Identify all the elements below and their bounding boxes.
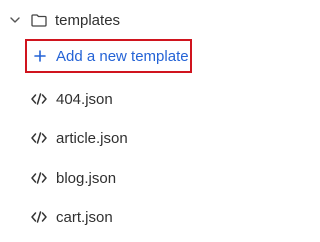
folder-name: templates bbox=[55, 11, 121, 29]
file-item-blog[interactable]: blog.json bbox=[31, 166, 116, 190]
file-item-article[interactable]: article.json bbox=[31, 126, 128, 150]
code-icon bbox=[31, 210, 47, 224]
code-icon bbox=[31, 171, 47, 185]
add-new-template-button[interactable]: Add a new template bbox=[25, 39, 192, 73]
file-name: article.json bbox=[56, 129, 128, 147]
file-item-cart[interactable]: cart.json bbox=[31, 205, 113, 229]
code-icon bbox=[31, 92, 47, 106]
folder-templates[interactable]: templates bbox=[8, 8, 120, 32]
file-name: 404.json bbox=[56, 90, 113, 108]
file-name: cart.json bbox=[56, 208, 113, 226]
plus-icon bbox=[33, 49, 47, 63]
file-tree: templates Add a new template 404.json ar… bbox=[0, 0, 216, 242]
code-icon bbox=[31, 131, 47, 145]
file-item-404[interactable]: 404.json bbox=[31, 87, 113, 111]
file-name: blog.json bbox=[56, 169, 117, 187]
add-new-template-label: Add a new template bbox=[56, 47, 189, 65]
chevron-down-icon[interactable] bbox=[8, 13, 22, 27]
folder-icon bbox=[30, 13, 48, 27]
